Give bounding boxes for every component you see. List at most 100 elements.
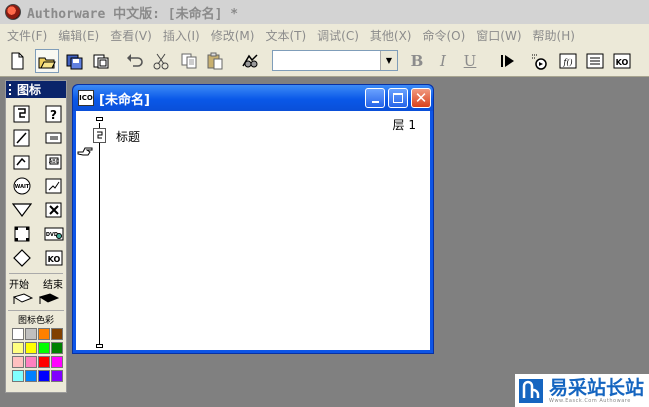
menu-text[interactable]: 文本(T) <box>261 27 310 44</box>
palette-title: 图标 <box>17 83 42 97</box>
close-icon: ✕ <box>414 89 428 107</box>
find-button[interactable] <box>239 50 261 72</box>
color-swatch[interactable] <box>51 342 63 354</box>
color-swatches <box>6 328 66 382</box>
minimize-button[interactable] <box>365 88 385 108</box>
erase-icon: WAIT <box>13 177 31 195</box>
layer-indicator: 层 1 <box>392 118 416 132</box>
knowledge-object-tool[interactable]: KO <box>44 249 64 267</box>
palette-grip[interactable] <box>9 84 14 95</box>
menu-edit[interactable]: 编辑(E) <box>54 27 103 44</box>
start-flag-icon[interactable] <box>13 293 33 305</box>
sound-icon: DVD <box>44 227 64 241</box>
color-swatch[interactable] <box>25 356 37 368</box>
color-swatch[interactable] <box>38 370 50 382</box>
cut-button[interactable] <box>150 50 172 72</box>
menu-other[interactable]: 其他(X) <box>366 27 416 44</box>
maximize-button[interactable] <box>388 88 408 108</box>
variables-button[interactable] <box>584 50 606 72</box>
framework-tool[interactable] <box>44 177 64 195</box>
undo-button[interactable] <box>124 50 146 72</box>
color-swatch[interactable] <box>12 370 24 382</box>
color-swatch[interactable] <box>51 328 63 340</box>
sound-tool[interactable]: DVD <box>44 225 64 243</box>
palette-icon-grid: ? ABC WAIT DVD KO <box>6 98 66 267</box>
paste-icon <box>207 52 223 70</box>
color-swatch[interactable] <box>25 370 37 382</box>
flowline[interactable] <box>99 123 100 345</box>
new-file-button[interactable] <box>6 50 28 72</box>
calculation-tool[interactable] <box>12 129 32 147</box>
digital-movie-tool[interactable] <box>12 225 32 243</box>
display-tool[interactable] <box>12 105 32 123</box>
italic-button[interactable]: I <box>432 50 454 72</box>
navigate-icon: ABC <box>45 154 62 170</box>
save-all-icon <box>66 54 83 70</box>
menu-modify[interactable]: 修改(M) <box>207 27 259 44</box>
underline-button[interactable]: U <box>459 50 481 72</box>
save-all-button[interactable] <box>64 50 86 72</box>
menu-file[interactable]: 文件(F) <box>3 27 51 44</box>
flags-row <box>6 291 66 307</box>
run-button[interactable] <box>497 50 519 72</box>
menu-debug[interactable]: 调试(C) <box>313 27 363 44</box>
end-flag-label: 结束 <box>43 280 63 291</box>
stop-flag-icon[interactable] <box>39 293 59 305</box>
wait-tool[interactable] <box>12 201 32 219</box>
import-icon <box>93 54 109 69</box>
motion-tool[interactable] <box>12 153 32 171</box>
color-swatch[interactable] <box>25 328 37 340</box>
color-swatch[interactable] <box>38 342 50 354</box>
font-combo[interactable]: ▼ <box>272 50 398 71</box>
design-canvas[interactable]: 层 1 标题 <box>76 111 430 350</box>
close-button[interactable]: ✕ <box>411 88 431 108</box>
app-title: Authorware 中文版: [未命名] * <box>27 6 239 22</box>
design-window-title: [未命名] <box>99 92 150 108</box>
knowledge-objects-button[interactable]: KO <box>611 50 633 72</box>
flow-display-icon[interactable] <box>93 128 106 143</box>
color-swatch[interactable] <box>12 328 24 340</box>
control-panel-button[interactable] <box>528 50 550 72</box>
menu-window[interactable]: 窗口(W) <box>472 27 525 44</box>
open-file-button[interactable] <box>35 49 59 73</box>
bold-button[interactable]: B <box>406 50 428 72</box>
color-swatch[interactable] <box>38 356 50 368</box>
underline-label: U <box>463 52 477 70</box>
flowline-start <box>96 117 103 121</box>
color-swatch[interactable] <box>12 342 24 354</box>
menu-view[interactable]: 查看(V) <box>106 27 156 44</box>
palette-header[interactable]: 图标 <box>6 81 66 98</box>
design-window-titlebar[interactable]: ICO [未命名] ✕ <box>73 85 433 111</box>
color-swatch[interactable] <box>38 328 50 340</box>
site-watermark: 易采站长站 Www.Easck.Com Authoware <box>515 374 649 407</box>
video-tool[interactable] <box>12 249 32 267</box>
interaction-tool[interactable]: ? <box>44 105 64 123</box>
menu-commands[interactable]: 命令(O) <box>418 27 469 44</box>
flow-icon-label[interactable]: 标题 <box>116 128 140 145</box>
color-swatch[interactable] <box>12 356 24 368</box>
framework-icon <box>45 178 62 194</box>
menu-bar: 文件(F) 编辑(E) 查看(V) 插入(I) 修改(M) 文本(T) 调试(C… <box>0 24 649 47</box>
color-swatch[interactable] <box>25 342 37 354</box>
decision-tool[interactable] <box>44 129 64 147</box>
copy-button[interactable] <box>178 50 200 72</box>
navigate-tool[interactable]: ABC <box>44 153 64 171</box>
functions-button[interactable]: f() <box>557 50 579 72</box>
map-tool[interactable] <box>44 201 64 219</box>
watermark-subtext: Www.Easck.Com Authoware <box>549 397 631 404</box>
svg-text:ABC: ABC <box>49 159 60 165</box>
menu-help[interactable]: 帮助(H) <box>529 27 579 44</box>
authorware-logo-icon <box>5 4 21 20</box>
color-swatch[interactable] <box>51 356 63 368</box>
combo-dropdown-button[interactable]: ▼ <box>380 51 397 70</box>
paste-button[interactable] <box>204 50 226 72</box>
menu-insert[interactable]: 插入(I) <box>159 27 204 44</box>
app-titlebar: Authorware 中文版: [未命名] * <box>0 0 649 24</box>
calculation-icon <box>13 129 30 147</box>
find-icon <box>242 54 258 68</box>
color-swatch[interactable] <box>51 370 63 382</box>
import-button[interactable] <box>90 50 112 72</box>
watermark-logo-icon <box>519 378 543 403</box>
italic-label: I <box>440 52 446 70</box>
erase-tool[interactable]: WAIT <box>12 177 32 195</box>
